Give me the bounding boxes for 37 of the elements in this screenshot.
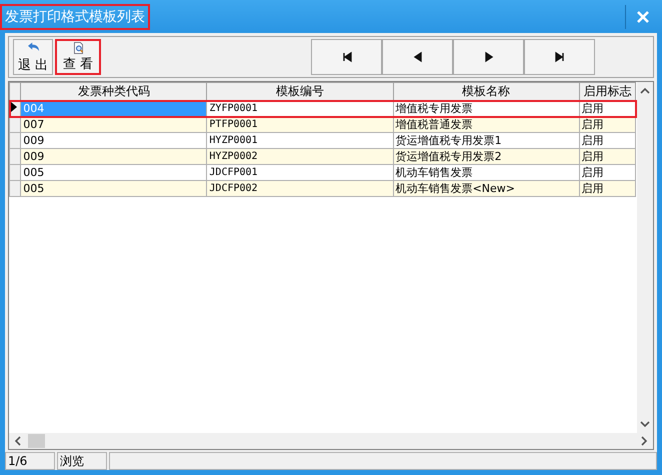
- scroll-down-icon[interactable]: [640, 420, 650, 428]
- table-cell: 启用: [579, 180, 636, 196]
- table-cell: JDCFP002: [206, 180, 394, 196]
- exit-button[interactable]: 退 出: [13, 39, 53, 75]
- vertical-scrollbar[interactable]: [637, 82, 653, 433]
- scroll-up-icon[interactable]: [640, 87, 650, 95]
- last-record-icon: [552, 50, 566, 64]
- horizontal-scrollbar[interactable]: [9, 433, 653, 449]
- column-header[interactable]: 启用标志: [579, 82, 636, 100]
- scroll-left-icon[interactable]: [14, 436, 22, 446]
- status-text: 1/6: [5, 452, 55, 470]
- close-icon: [636, 10, 648, 22]
- table-cell: 009: [20, 148, 207, 164]
- previous-record-button[interactable]: [382, 39, 453, 75]
- table-row[interactable]: 009 HYZP0002 货运增值税专用发票2 启用: [10, 148, 636, 164]
- table-cell: 启用: [579, 148, 636, 164]
- table-row[interactable]: 005 JDCFP002 机动车销售发票<New> 启用: [10, 180, 636, 196]
- table-cell: 004: [20, 100, 207, 116]
- current-row-icon: [11, 102, 17, 112]
- table-row[interactable]: 007 PTFP0001 增值税普通发票 启用: [10, 116, 636, 132]
- first-record-button[interactable]: [311, 39, 382, 75]
- table-cell: 增值税专用发票: [393, 100, 580, 116]
- scroll-right-icon[interactable]: [640, 436, 648, 446]
- scroll-thumb[interactable]: [28, 434, 45, 448]
- table-cell: HYZP0002: [206, 148, 394, 164]
- column-header[interactable]: 模板名称: [393, 82, 580, 100]
- next-record-button[interactable]: [453, 39, 524, 75]
- table-cell: 机动车销售发票<New>: [393, 180, 580, 196]
- column-header[interactable]: 模板编号: [206, 82, 394, 100]
- view-button[interactable]: 查 看: [55, 39, 101, 75]
- table-cell: 005: [20, 180, 207, 196]
- table-row[interactable]: 004 ZYFP0001 增值税专用发票 启用: [10, 100, 636, 116]
- last-record-button[interactable]: [524, 39, 595, 75]
- window-title: 发票打印格式模板列表: [0, 4, 150, 30]
- table-cell: 货运增值税专用发票2: [393, 148, 580, 164]
- status-text: 浏览: [57, 452, 107, 470]
- column-header[interactable]: 发票种类代码: [20, 82, 207, 100]
